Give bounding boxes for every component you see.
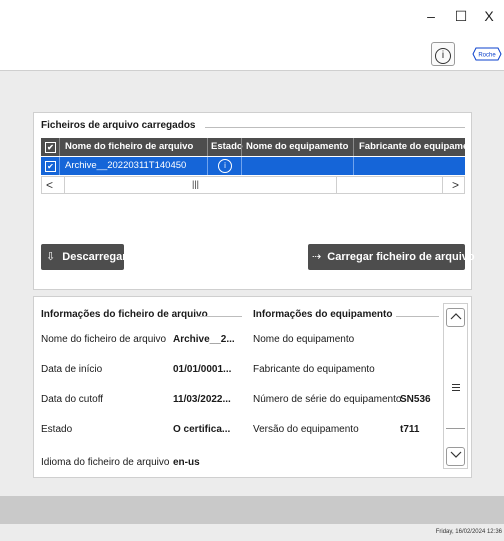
- scroll-divider: [336, 177, 337, 193]
- horizontal-scrollbar[interactable]: < ||| >: [41, 176, 465, 194]
- archive-details-panel: Informações do ficheiro de arquivo Infor…: [33, 296, 472, 478]
- row-manufacturer: [359, 157, 465, 175]
- col-header-manufacturer[interactable]: Fabricante do equipamen: [359, 138, 465, 156]
- chevron-down-icon: [450, 451, 461, 458]
- file-info-title: Informações do ficheiro de arquivo: [41, 309, 208, 320]
- archive-files-panel: Ficheiros de arquivo carregados ✔ Nome d…: [33, 112, 475, 290]
- equipment-manufacturer-label: Fabricante do equipamento: [253, 364, 375, 375]
- column-separator: [353, 157, 354, 175]
- footer-bar: [0, 496, 504, 524]
- scroll-right-icon[interactable]: >: [452, 178, 459, 192]
- status-info-icon[interactable]: i: [218, 159, 232, 173]
- column-separator: [207, 157, 208, 175]
- table-row[interactable]: ✔ Archive__20220311T140450 i: [41, 157, 465, 175]
- scroll-left-icon[interactable]: <: [46, 178, 53, 192]
- column-separator: [59, 138, 60, 156]
- svg-text:Roche: Roche: [478, 53, 496, 59]
- equipment-name-label: Nome do equipamento: [253, 334, 355, 345]
- upload-label: Carregar ficheiro de arquivo: [327, 251, 475, 263]
- column-separator: [241, 138, 242, 156]
- equipment-info-title: Informações do equipamento: [253, 309, 393, 320]
- app-toolbar: i Roche: [0, 36, 504, 71]
- language-value: en-us: [173, 457, 200, 468]
- download-button[interactable]: ⇩ Descarregar: [41, 244, 127, 270]
- download-icon: ⇩: [46, 251, 56, 263]
- scroll-track-divider: [446, 428, 465, 429]
- row-checkbox[interactable]: ✔: [45, 161, 56, 172]
- info-button[interactable]: i: [431, 42, 455, 66]
- col-header-file-name[interactable]: Nome do ficheiro de arquivo: [65, 138, 205, 156]
- serial-number-value: SN536: [400, 394, 431, 405]
- column-separator: [241, 157, 242, 175]
- start-date-label: Data de início: [41, 364, 103, 375]
- file-name-value: Archive__2...: [173, 334, 235, 345]
- minimize-button[interactable]: –: [420, 8, 442, 24]
- column-separator: [353, 138, 354, 156]
- archive-files-title: Ficheiros de arquivo carregados: [41, 120, 196, 131]
- column-separator: [207, 138, 208, 156]
- status-bar: Friday, 16/02/2024 12:36: [0, 524, 504, 541]
- group-divider: [396, 316, 439, 317]
- state-value: O certifica...: [173, 424, 231, 435]
- equipment-version-label: Versão do equipamento: [253, 424, 359, 435]
- scroll-thumb-grip[interactable]: [452, 384, 460, 391]
- upload-icon: ⇢: [312, 251, 322, 263]
- scroll-divider: [442, 177, 443, 193]
- cutoff-date-value: 11/03/2022...: [173, 394, 231, 405]
- row-file-name: Archive__20220311T140450: [65, 160, 187, 171]
- state-label: Estado: [41, 424, 73, 435]
- download-label: Descarregar: [62, 251, 127, 263]
- maximize-button[interactable]: ☐: [450, 8, 472, 25]
- archive-files-grid: ✔ Nome do ficheiro de arquivo Estado Nom…: [41, 138, 465, 194]
- group-divider: [205, 127, 465, 128]
- window-titlebar: – ☐ X: [0, 0, 504, 36]
- col-header-equipment-name[interactable]: Nome do equipamento: [246, 138, 354, 156]
- grid-header: ✔ Nome do ficheiro de arquivo Estado Nom…: [41, 138, 465, 156]
- upload-archive-button[interactable]: ⇢ Carregar ficheiro de arquivo: [308, 244, 475, 270]
- scroll-down-button[interactable]: [446, 447, 465, 466]
- scroll-up-button[interactable]: [446, 308, 465, 327]
- details-vertical-scrollbar[interactable]: [443, 303, 468, 469]
- roche-logo: Roche: [472, 47, 502, 61]
- file-name-label: Nome do ficheiro de arquivo: [41, 334, 167, 345]
- row-equipment-name: [246, 157, 352, 175]
- group-divider: [196, 316, 242, 317]
- select-all-checkbox[interactable]: ✔: [45, 142, 56, 153]
- serial-number-label: Número de série do equipamento: [253, 394, 402, 405]
- scroll-thumb-grip[interactable]: |||: [192, 179, 199, 189]
- equipment-version-value: t711: [400, 424, 420, 435]
- info-icon: i: [435, 48, 451, 64]
- chevron-up-icon: [450, 313, 461, 320]
- cutoff-date-label: Data do cutoff: [41, 394, 104, 405]
- status-datetime: Friday, 16/02/2024 12:36: [435, 529, 502, 535]
- scroll-divider: [64, 177, 65, 193]
- close-button[interactable]: X: [478, 8, 500, 24]
- language-label: Idioma do ficheiro de arquivo: [41, 457, 170, 468]
- start-date-value: 01/01/0001...: [173, 364, 232, 375]
- column-separator: [59, 157, 60, 175]
